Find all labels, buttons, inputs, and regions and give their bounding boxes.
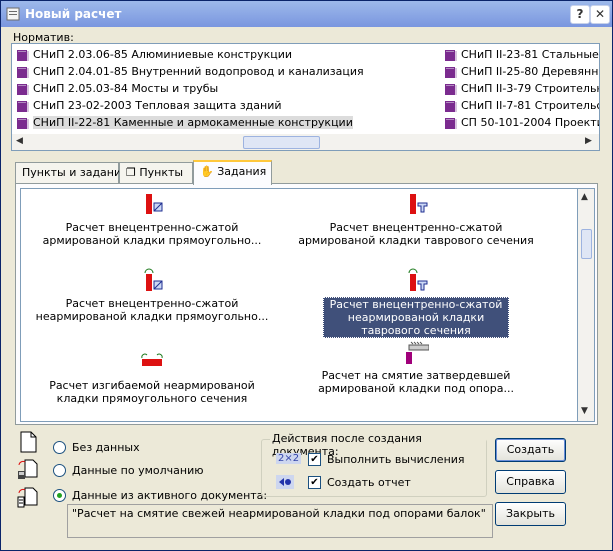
normative-item-label: СНиП II-23-81 Стальные конструкции xyxy=(461,48,599,61)
checkbox-label: Выполнить вычисления xyxy=(327,453,465,466)
normative-item-label: СНиП II-7-81 Строительство в сейсмически… xyxy=(461,99,599,112)
tasks-vscrollbar[interactable]: ▲ ▼ xyxy=(578,188,595,422)
normative-item[interactable]: СП 50-101-2004 Проектирование и устройст… xyxy=(444,115,600,131)
active-document-radio[interactable]: Данные из активного документа: xyxy=(53,489,267,502)
book-icon xyxy=(445,67,457,78)
report-icon xyxy=(276,475,294,489)
checkbox-box: ✔ xyxy=(308,476,321,489)
tab-label: Пункты и задания xyxy=(22,166,128,179)
masonry-column-tee-icon xyxy=(410,194,428,214)
window-title: Новый расчет xyxy=(25,7,122,21)
normative-item[interactable]: СНиП 2.03.06-85 Алюминиевые конструкции xyxy=(16,47,292,63)
bearing-crushing-icon xyxy=(406,341,429,364)
default-data-document-icon xyxy=(18,459,38,479)
tab-label: Задания xyxy=(217,165,267,178)
normative-item-label: СНиП II-3-79 Строительная теплотехника xyxy=(461,82,599,95)
scroll-left-icon[interactable]: ◀ xyxy=(16,136,23,146)
hand-icon: ✋ xyxy=(200,165,214,178)
book-icon xyxy=(17,84,29,95)
scroll-down-icon[interactable]: ▼ xyxy=(581,406,588,416)
new-calculation-dialog: Новый расчет ? ✕ Норматив: СНиП 2.03.06-… xyxy=(0,0,613,551)
scroll-right-icon[interactable]: ▶ xyxy=(585,136,592,146)
task-item[interactable]: Расчет изгибаемой неармированой кладки п… xyxy=(27,349,277,405)
normative-item[interactable]: СНиП II-3-79 Строительная теплотехника xyxy=(444,81,599,97)
tasks-panel: Расчет внецентренно-сжатой армированой к… xyxy=(15,183,598,425)
app-icon xyxy=(6,7,20,21)
tab-items[interactable]: ❐ Пункты xyxy=(119,162,193,183)
normative-list[interactable]: СНиП 2.03.06-85 Алюминиевые конструкции … xyxy=(11,43,600,136)
perform-calculations-checkbox[interactable]: ✔ Выполнить вычисления xyxy=(308,453,465,466)
help-title-button[interactable]: ? xyxy=(570,5,590,24)
active-document-name: "Расчет на смятие свежей неармированой к… xyxy=(67,504,493,538)
blank-document-icon xyxy=(20,431,37,453)
radio-circle xyxy=(53,441,66,454)
book-icon xyxy=(445,101,457,112)
task-item[interactable]: Расчет внецентренно-сжатой армированой к… xyxy=(27,191,277,247)
scroll-thumb[interactable] xyxy=(243,136,320,149)
normative-item-label: СНиП II-22-81 Каменные и армокаменные ко… xyxy=(33,116,353,129)
tab-tasks[interactable]: ✋ Задания xyxy=(193,160,272,185)
normative-item-label: СНиП 2.03.06-85 Алюминиевые конструкции xyxy=(33,48,293,61)
normative-item-label: СНиП II-25-80 Деревянные конструкции xyxy=(461,65,599,78)
post-create-actions-group: Действия после создания документа: 2×2 ✔… xyxy=(261,432,487,497)
checkbox-box: ✔ xyxy=(308,453,321,466)
create-button[interactable]: Создать xyxy=(495,438,566,462)
normative-item[interactable]: СНиП II-25-80 Деревянные конструкции xyxy=(444,64,599,80)
radio-label: Данные по умолчанию xyxy=(72,464,204,477)
close-button[interactable]: Закрыть xyxy=(495,502,566,526)
radio-circle xyxy=(53,464,66,477)
tasks-list[interactable]: Расчет внецентренно-сжатой армированой к… xyxy=(20,188,578,422)
tab-label: Пункты xyxy=(139,166,184,179)
default-data-radio[interactable]: Данные по умолчанию xyxy=(53,464,204,477)
book-icon xyxy=(17,50,29,61)
normative-item[interactable]: СНиП 2.05.03-84 Мосты и трубы xyxy=(16,81,218,97)
checkbox-label: Создать отчет xyxy=(327,476,411,489)
task-item[interactable]: Расчет на смятие затвердевшей армировано… xyxy=(291,339,541,395)
title-bar: Новый расчет ? ✕ xyxy=(1,1,612,27)
create-report-checkbox[interactable]: ✔ Создать отчет xyxy=(308,476,411,489)
normative-item-label: СНиП 2.04.01-85 Внутренний водопровод и … xyxy=(33,65,364,78)
note-icon: ❐ xyxy=(126,166,136,179)
masonry-column-tee-icon xyxy=(408,268,428,291)
normative-item[interactable]: СНиП 2.04.01-85 Внутренний водопровод и … xyxy=(16,64,364,80)
radio-label: Данные из активного документа: xyxy=(72,489,268,502)
normative-hscrollbar[interactable]: ◀ ▶ xyxy=(11,134,600,151)
book-icon xyxy=(445,50,457,61)
task-item[interactable]: Расчет внецентренно-сжатой армированой к… xyxy=(291,191,541,247)
book-icon xyxy=(445,84,457,95)
normative-item-label: СП 50-101-2004 Проектирование и устройст… xyxy=(461,116,600,129)
normative-item[interactable]: СНиП II-23-81 Стальные конструкции xyxy=(444,47,599,63)
scroll-thumb[interactable] xyxy=(581,229,592,259)
task-label: Расчет изгибаемой неармированой кладки п… xyxy=(49,379,255,405)
normative-item-label: СНиП 2.05.03-84 Мосты и трубы xyxy=(33,82,219,95)
close-title-button[interactable]: ✕ xyxy=(590,5,610,24)
normative-item-selected[interactable]: СНиП II-22-81 Каменные и армокаменные ко… xyxy=(16,115,353,131)
radio-circle xyxy=(53,489,66,502)
scroll-up-icon[interactable]: ▲ xyxy=(581,192,588,202)
masonry-column-rect-icon xyxy=(146,194,163,214)
task-label: Расчет внецентренно-сжатой неармированой… xyxy=(323,297,509,338)
normative-item-label: СНиП 23-02-2003 Тепловая защита зданий xyxy=(33,99,282,112)
task-label: Расчет внецентренно-сжатой неармированой… xyxy=(35,297,269,323)
no-data-radio[interactable]: Без данных xyxy=(53,441,140,454)
masonry-column-rect-icon xyxy=(144,268,163,291)
normative-item[interactable]: СНиП 23-02-2003 Тепловая защита зданий xyxy=(16,98,282,114)
book-icon xyxy=(17,67,29,78)
active-document-icon xyxy=(17,487,38,508)
radio-label: Без данных xyxy=(72,441,140,454)
masonry-beam-icon xyxy=(141,353,163,366)
normative-item[interactable]: СНиП II-7-81 Строительство в сейсмически… xyxy=(444,98,599,114)
book-icon xyxy=(17,118,29,129)
book-icon xyxy=(17,101,29,112)
book-icon xyxy=(445,118,457,129)
task-label: Расчет на смятие затвердевшей армировано… xyxy=(318,369,514,395)
task-label: Расчет внецентренно-сжатой армированой к… xyxy=(298,221,534,247)
task-item-selected[interactable]: Расчет внецентренно-сжатой неармированой… xyxy=(291,267,541,338)
calc-icon: 2×2 xyxy=(276,453,302,464)
task-item[interactable]: Расчет внецентренно-сжатой неармированой… xyxy=(27,267,277,323)
help-button[interactable]: Справка xyxy=(495,470,566,494)
task-label: Расчет внецентренно-сжатой армированой к… xyxy=(42,221,262,247)
tab-items-and-tasks[interactable]: Пункты и задания xyxy=(15,162,128,183)
